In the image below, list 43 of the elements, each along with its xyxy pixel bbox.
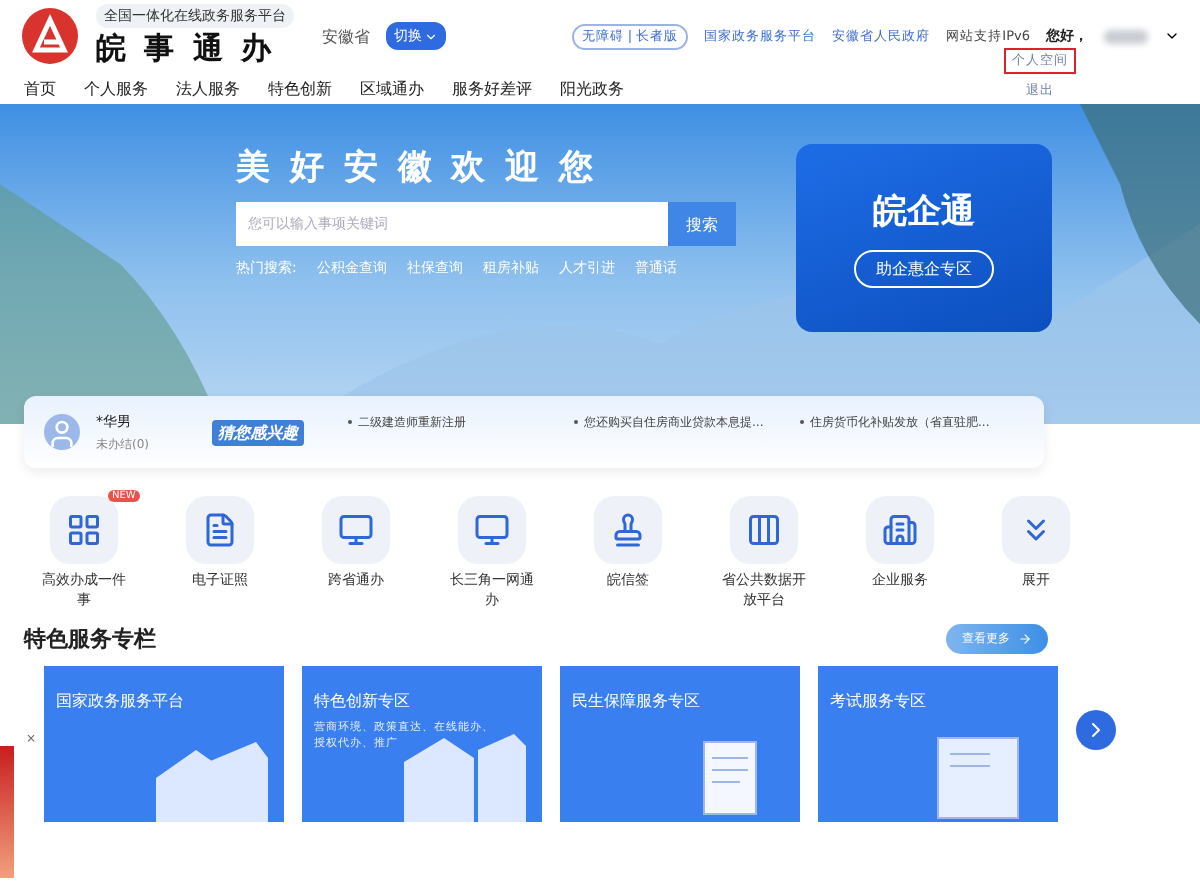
card-title: 国家政务服务平台 [56,689,186,712]
stamp-icon [594,496,662,564]
nav-item[interactable]: 首页 [24,77,56,99]
nav-item[interactable]: 个人服务 [84,77,148,99]
columns-icon [730,496,798,564]
interest-title: 猜您感兴趣 [212,419,304,445]
card-title: 民生保障服务专区 [572,689,702,712]
nav-item[interactable]: 特色创新 [268,77,332,99]
promo-button[interactable]: 助企惠企专区 [854,250,994,288]
blurred-username [1104,29,1148,43]
nav-item[interactable]: 法人服务 [176,77,240,99]
caret-icon[interactable] [1164,28,1180,44]
promo-title: 皖企通 [873,190,975,234]
double-chevron-icon [1002,496,1070,564]
slogan: 美 好 安 徽 欢 迎 您 [236,146,600,190]
feature-card[interactable]: 民生保障服务专区 [560,665,800,822]
document-drawing [937,736,1019,819]
building-icon [866,496,934,564]
side-banner[interactable] [0,746,14,878]
clipboard-drawing [703,740,757,815]
next-button[interactable] [1076,709,1116,750]
site-title: 皖 事 通 办 [96,30,278,68]
feature-card[interactable]: 考试服务专区 [818,665,1058,822]
region-label: 安徽省 [322,25,370,47]
section-title: 特色服务专栏 [24,623,156,654]
avatar-icon [44,414,80,450]
buildings-drawing [404,733,526,822]
search-button[interactable]: 搜索 [668,202,736,246]
buildings-drawing [156,741,268,822]
nav-item[interactable]: 阳光政务 [560,77,624,99]
logo-icon [20,6,80,66]
caret-icon [424,29,438,43]
nav-item[interactable]: 区域通办 [360,77,424,99]
promo-card[interactable]: 皖企通 助企惠企专区 [796,144,1052,332]
card-title: 考试服务专区 [830,689,928,712]
grid-icon [50,496,118,564]
arrow-right-icon [1018,631,1032,646]
monitor-icon [322,496,390,564]
monitor-icon [458,496,526,564]
card-title: 特色创新专区 [314,689,412,712]
nav-item[interactable]: 服务好差评 [452,77,532,99]
feature-card[interactable]: 国家政务服务平台 [44,665,284,822]
document-icon [186,496,254,564]
